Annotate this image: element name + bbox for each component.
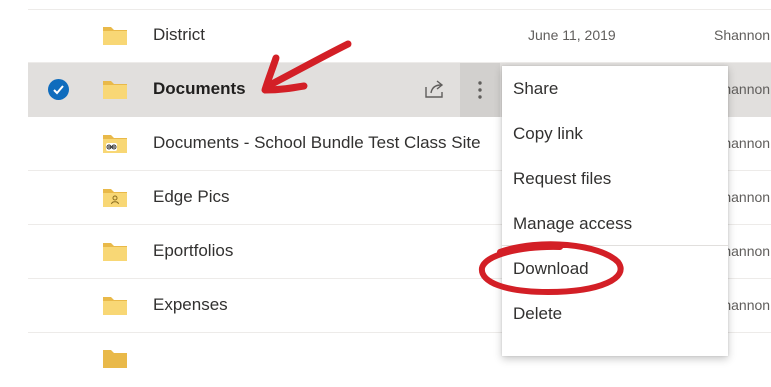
more-actions-button[interactable] bbox=[460, 63, 500, 117]
file-owner: Shannon bbox=[714, 27, 771, 43]
menu-item-share[interactable]: Share bbox=[502, 67, 728, 111]
more-vertical-icon bbox=[478, 81, 482, 99]
menu-divider bbox=[502, 245, 728, 246]
folder-icon bbox=[103, 81, 127, 99]
file-name[interactable]: Eportfolios bbox=[153, 241, 233, 261]
file-name[interactable]: Documents - School Bundle Test Class Sit… bbox=[153, 133, 481, 153]
share-icon[interactable] bbox=[423, 78, 445, 100]
file-name[interactable]: Edge Pics bbox=[153, 187, 230, 207]
shared-link-folder-icon bbox=[103, 135, 127, 153]
selected-checkmark-icon[interactable] bbox=[48, 79, 69, 100]
folder-icon bbox=[103, 297, 127, 315]
file-name[interactable]: District bbox=[153, 25, 205, 45]
menu-item-manage-access[interactable]: Manage access bbox=[502, 202, 728, 246]
file-modified-date: June 11, 2019 bbox=[528, 27, 616, 43]
file-name[interactable]: Expenses bbox=[153, 295, 228, 315]
file-row-district[interactable]: District June 11, 2019 Shannon bbox=[28, 9, 771, 63]
folder-icon bbox=[103, 350, 127, 368]
context-menu: Share Copy link Request files Manage acc… bbox=[502, 66, 728, 356]
folder-icon bbox=[103, 27, 127, 45]
folder-icon bbox=[103, 243, 127, 261]
menu-item-request-files[interactable]: Request files bbox=[502, 157, 728, 201]
file-name[interactable]: Documents bbox=[153, 79, 246, 99]
shared-people-folder-icon bbox=[103, 189, 127, 207]
menu-item-copy-link[interactable]: Copy link bbox=[502, 112, 728, 156]
menu-item-delete[interactable]: Delete bbox=[502, 292, 728, 336]
menu-item-download[interactable]: Download bbox=[502, 247, 728, 291]
